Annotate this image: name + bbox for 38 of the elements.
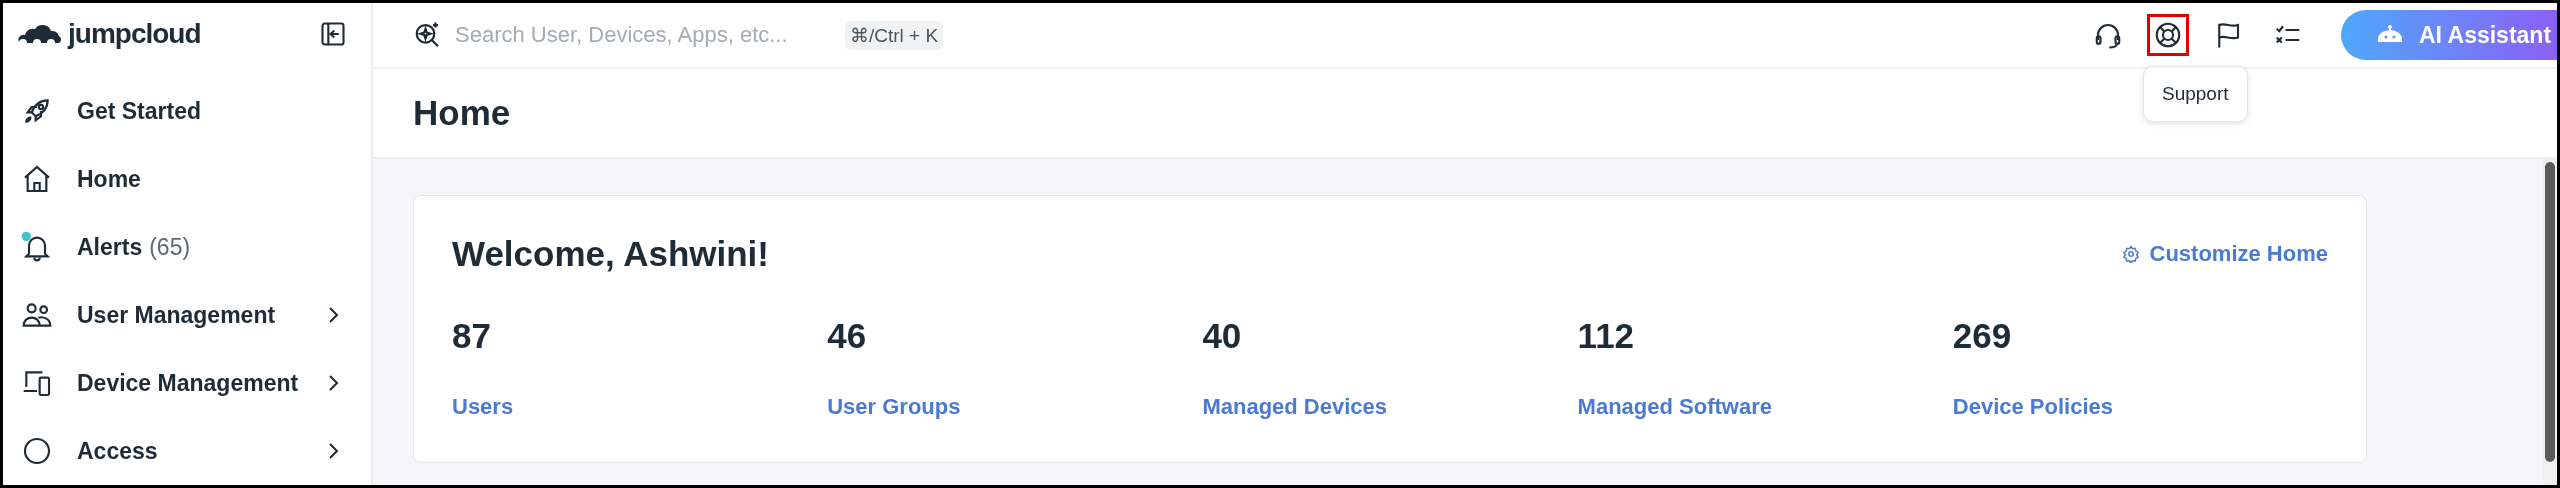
stat-link[interactable]: Managed Devices — [1202, 394, 1388, 420]
sidebar-item-label: Access — [77, 437, 158, 465]
robot-icon — [2375, 25, 2405, 45]
page-title: Home — [413, 93, 511, 133]
sidebar-item[interactable]: Get Started — [3, 77, 371, 145]
sidebar-item[interactable]: Device Management — [3, 349, 371, 417]
shortcut-hint: ⌘/Ctrl + K — [845, 20, 944, 50]
sidebar-item-label: Device Management — [77, 369, 299, 397]
tooltip: Support — [2143, 66, 2248, 122]
stat-value: 46 — [827, 316, 867, 356]
scrollbar-thumb[interactable] — [2545, 162, 2555, 462]
lifebuoy-icon — [2153, 20, 2183, 50]
sidebar-item-label: Get Started — [77, 97, 201, 125]
alert-count: (65) — [149, 233, 191, 261]
welcome-heading: Welcome, Ashwini! — [452, 234, 769, 274]
stat-link[interactable]: User Groups — [827, 394, 961, 420]
toolbar-button[interactable] — [2147, 14, 2189, 56]
sidebar-item-label: Home — [77, 165, 141, 193]
stat-value: 112 — [1577, 316, 1635, 356]
customize-home-link[interactable]: Customize Home — [2121, 241, 2328, 267]
stat-link[interactable]: Managed Software — [1577, 394, 1772, 420]
stat-link[interactable]: Users — [452, 394, 514, 420]
collapse-sidebar-icon[interactable] — [319, 20, 347, 48]
ai-assistant-button[interactable]: AI Assistant — [2341, 10, 2557, 60]
stat-value: 87 — [452, 316, 491, 356]
logo-text: jumpcloud — [68, 18, 201, 50]
sidebar-item[interactable]: Home — [3, 145, 371, 213]
stat-link[interactable]: Device Policies — [1952, 394, 2114, 420]
sidebar-item-label: User Management — [77, 301, 276, 329]
stat-value: 40 — [1202, 316, 1242, 356]
sidebar-item[interactable]: Access — [3, 417, 371, 485]
access-icon — [21, 435, 53, 467]
sidebar-item-label: Alerts — [77, 233, 143, 261]
stat-value: 269 — [1952, 316, 2012, 356]
search-field[interactable]: Search User, Devices, Apps, etc... — [453, 21, 827, 49]
sidebar-item[interactable]: User Management — [3, 281, 371, 349]
gear-icon — [2121, 245, 2140, 263]
sidebar-item[interactable]: Alerts (65) — [3, 213, 371, 281]
